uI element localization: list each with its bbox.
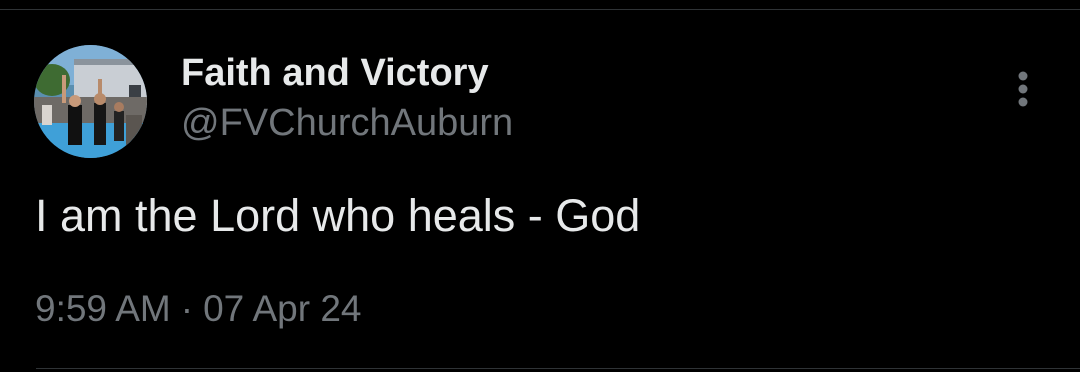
more-options-button[interactable] [1003, 66, 1043, 112]
tweet-date: 07 Apr 24 [203, 288, 362, 329]
more-vertical-icon [1018, 71, 1028, 107]
author-handle[interactable]: @FVChurchAuburn [181, 100, 513, 146]
tweet-text: I am the Lord who heals - God [35, 190, 641, 241]
tweet-time: 9:59 AM [35, 288, 171, 329]
top-divider [0, 9, 1080, 10]
tweet-timestamp[interactable]: 9:59 AM · 07 Apr 24 [35, 286, 362, 332]
timestamp-separator: · [180, 288, 194, 329]
avatar[interactable] [34, 45, 147, 158]
avatar-photo [34, 45, 147, 158]
bottom-divider [36, 368, 1080, 369]
author-display-name[interactable]: Faith and Victory [181, 50, 489, 96]
